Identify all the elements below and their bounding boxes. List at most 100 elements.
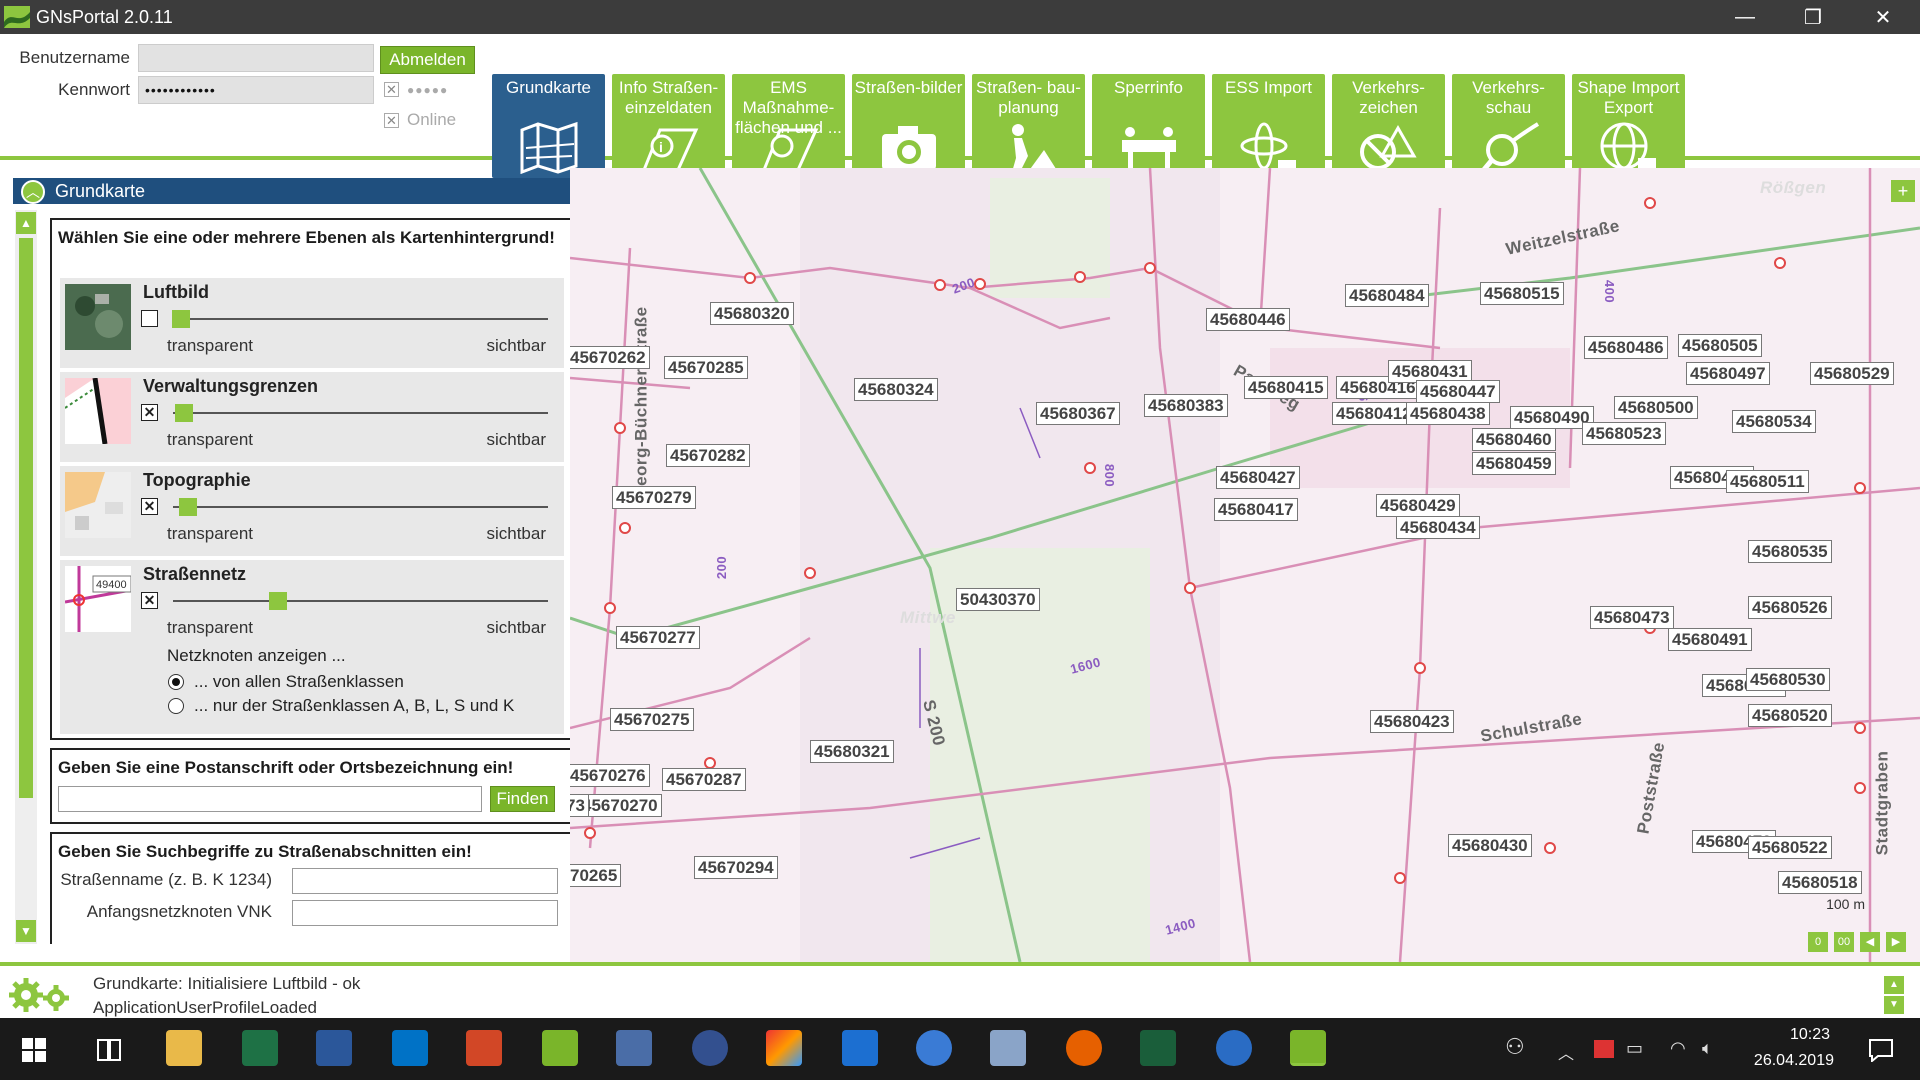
radio-button[interactable]	[168, 674, 184, 690]
start-node-input[interactable]	[292, 900, 558, 926]
spreadsheet-icon[interactable]	[1140, 1030, 1176, 1066]
panel-scrollbar[interactable]: ▲ ▼	[15, 210, 37, 944]
netnode-label[interactable]: 70265	[570, 864, 622, 887]
opacity-track[interactable]	[173, 506, 548, 508]
netnode-label[interactable]: 45680367	[1036, 402, 1120, 425]
tool-verkehrsschau[interactable]: Verkehrs-schau	[1452, 74, 1565, 178]
netnode-label[interactable]: 45680446	[1206, 308, 1290, 331]
gnsportal-taskbar-icon[interactable]	[1290, 1030, 1326, 1066]
netnode-label[interactable]: 45680500	[1614, 396, 1698, 419]
netnode-label[interactable]: 45670282	[666, 444, 750, 467]
powerpoint-icon[interactable]	[466, 1030, 502, 1066]
opacity-slider-handle[interactable]	[175, 404, 194, 422]
netnode-label[interactable]: 50430370	[956, 588, 1040, 611]
netnode-label[interactable]: 45670279	[612, 486, 696, 509]
netnode-label[interactable]: 45680534	[1732, 410, 1816, 433]
netnode-label[interactable]: 45680497	[1686, 362, 1770, 385]
tool-ems[interactable]: EMS Maßnahme-flächen und ...	[732, 74, 845, 178]
street-name-input[interactable]	[292, 868, 558, 894]
tray-app-icon[interactable]	[1594, 1040, 1614, 1058]
netnode-label[interactable]: 45680484	[1345, 284, 1429, 307]
netnode-label[interactable]: 45670285	[664, 356, 748, 379]
tool-shape-import-export[interactable]: Shape Import Export	[1572, 74, 1685, 178]
netnode-label[interactable]: 45670262	[570, 346, 650, 369]
tool-ess-import[interactable]: ESS Import	[1212, 74, 1325, 178]
stars-checkbox[interactable]: ✕	[384, 82, 399, 97]
netnode-label[interactable]: 45680430	[1448, 834, 1532, 857]
opacity-track[interactable]	[173, 318, 548, 320]
netnode-label[interactable]: 45680522	[1748, 836, 1832, 859]
layer-checkbox[interactable]: ✕	[141, 498, 158, 515]
media-icon[interactable]	[916, 1030, 952, 1066]
task-view-icon[interactable]	[96, 1038, 122, 1062]
map-control[interactable]: 00	[1834, 932, 1854, 952]
volume-icon[interactable]: 🔈︎	[1702, 1038, 1713, 1059]
netnode-label[interactable]: 45680415	[1244, 376, 1328, 399]
tool-grundkarte[interactable]: Grundkarte	[492, 74, 605, 178]
opacity-track[interactable]	[173, 412, 548, 414]
windows-start-icon[interactable]	[22, 1038, 46, 1062]
netnode-label[interactable]: 45680321	[810, 740, 894, 763]
tool-sperrinfo[interactable]: Sperrinfo	[1092, 74, 1205, 178]
netnode-label[interactable]: 45670287	[662, 768, 746, 791]
netnode-label[interactable]: 45680529	[1810, 362, 1894, 385]
layer-checkbox[interactable]	[141, 310, 158, 327]
netnode-label[interactable]: 45680427	[1216, 466, 1300, 489]
stars-checkbox-row[interactable]: ✕ ●●●●●	[384, 82, 448, 97]
sync-icon[interactable]	[1216, 1030, 1252, 1066]
opacity-slider-handle[interactable]	[269, 592, 287, 610]
tool-strassenbauplanung[interactable]: Straßen- bau-planung	[972, 74, 1085, 178]
radio-all-classes[interactable]: ... von allen Straßenklassen	[168, 672, 404, 692]
radio-button[interactable]	[168, 698, 184, 714]
taskbar-time[interactable]: 10:23	[1790, 1026, 1830, 1044]
netnode-label[interactable]: 45680412	[1332, 402, 1416, 425]
netnode-label[interactable]: 45680417	[1214, 498, 1298, 521]
netnode-label[interactable]: 45670275	[610, 708, 694, 731]
battery-icon[interactable]: ▭	[1626, 1038, 1643, 1059]
wifi-icon[interactable]: ◠	[1670, 1038, 1686, 1059]
netnode-label[interactable]: 45680434	[1396, 516, 1480, 539]
netnode-label[interactable]: 45680383	[1144, 394, 1228, 417]
online-checkbox-row[interactable]: ✕ Online	[384, 110, 456, 130]
map-next-button[interactable]: ▶	[1886, 932, 1906, 952]
find-button[interactable]: Finden	[490, 786, 555, 812]
netnode-label[interactable]: 45680320	[710, 302, 794, 325]
netnode-label[interactable]: 45680511	[1726, 470, 1809, 493]
taskbar-date[interactable]: 26.04.2019	[1754, 1052, 1834, 1070]
password-input[interactable]: ••••••••••••	[138, 76, 374, 104]
status-scroll-up[interactable]: ▲	[1884, 976, 1904, 994]
settings-app-icon[interactable]	[842, 1030, 878, 1066]
logout-button[interactable]: Abmelden	[380, 46, 475, 74]
netnode-label[interactable]: 45680515	[1480, 282, 1564, 305]
netnode-label[interactable]: 45680324	[854, 378, 938, 401]
netnode-label[interactable]: 45680429	[1376, 494, 1460, 517]
scroll-thumb[interactable]	[19, 238, 33, 798]
opacity-track[interactable]	[173, 600, 548, 602]
netnode-label[interactable]: 45680535	[1748, 540, 1832, 563]
netnode-label[interactable]: 45680459	[1472, 452, 1556, 475]
tool-verkehrszeichen[interactable]: Verkehrs-zeichen	[1332, 74, 1445, 178]
username-input[interactable]	[138, 44, 374, 72]
zoom-in-button[interactable]: +	[1891, 180, 1915, 202]
netnode-label[interactable]: 45670276	[570, 764, 650, 787]
outlook-icon[interactable]	[392, 1030, 428, 1066]
close-button[interactable]: ✕	[1850, 0, 1916, 34]
netnode-label[interactable]: 45680447	[1416, 380, 1500, 403]
netnode-label[interactable]: 45670294	[694, 856, 778, 879]
netnode-label[interactable]: 45680486	[1584, 336, 1668, 359]
opacity-slider-handle[interactable]	[179, 498, 197, 516]
netnode-label[interactable]: 45680473	[1590, 606, 1674, 629]
map-view[interactable]: Mittwe Rößgen Weitzelstraße Parkweg Geor…	[570, 168, 1920, 962]
notification-icon[interactable]	[1868, 1038, 1894, 1062]
map-control[interactable]: 0	[1808, 932, 1828, 952]
remote-desktop-icon[interactable]	[616, 1030, 652, 1066]
tool-info-strassen[interactable]: Info Straßen-einzeldaten i	[612, 74, 725, 178]
radio-major-classes[interactable]: ... nur der Straßenklassen A, B, L, S un…	[168, 696, 514, 716]
editor-icon[interactable]	[990, 1030, 1026, 1066]
netnode-label[interactable]: 73	[570, 794, 589, 817]
netnode-label[interactable]: 45680423	[1370, 710, 1454, 733]
netnode-label[interactable]: 45680505	[1678, 334, 1762, 357]
netnode-label[interactable]: 45680530	[1746, 668, 1830, 691]
scroll-down-button[interactable]: ▼	[16, 920, 36, 942]
opacity-slider-handle[interactable]	[171, 310, 190, 328]
